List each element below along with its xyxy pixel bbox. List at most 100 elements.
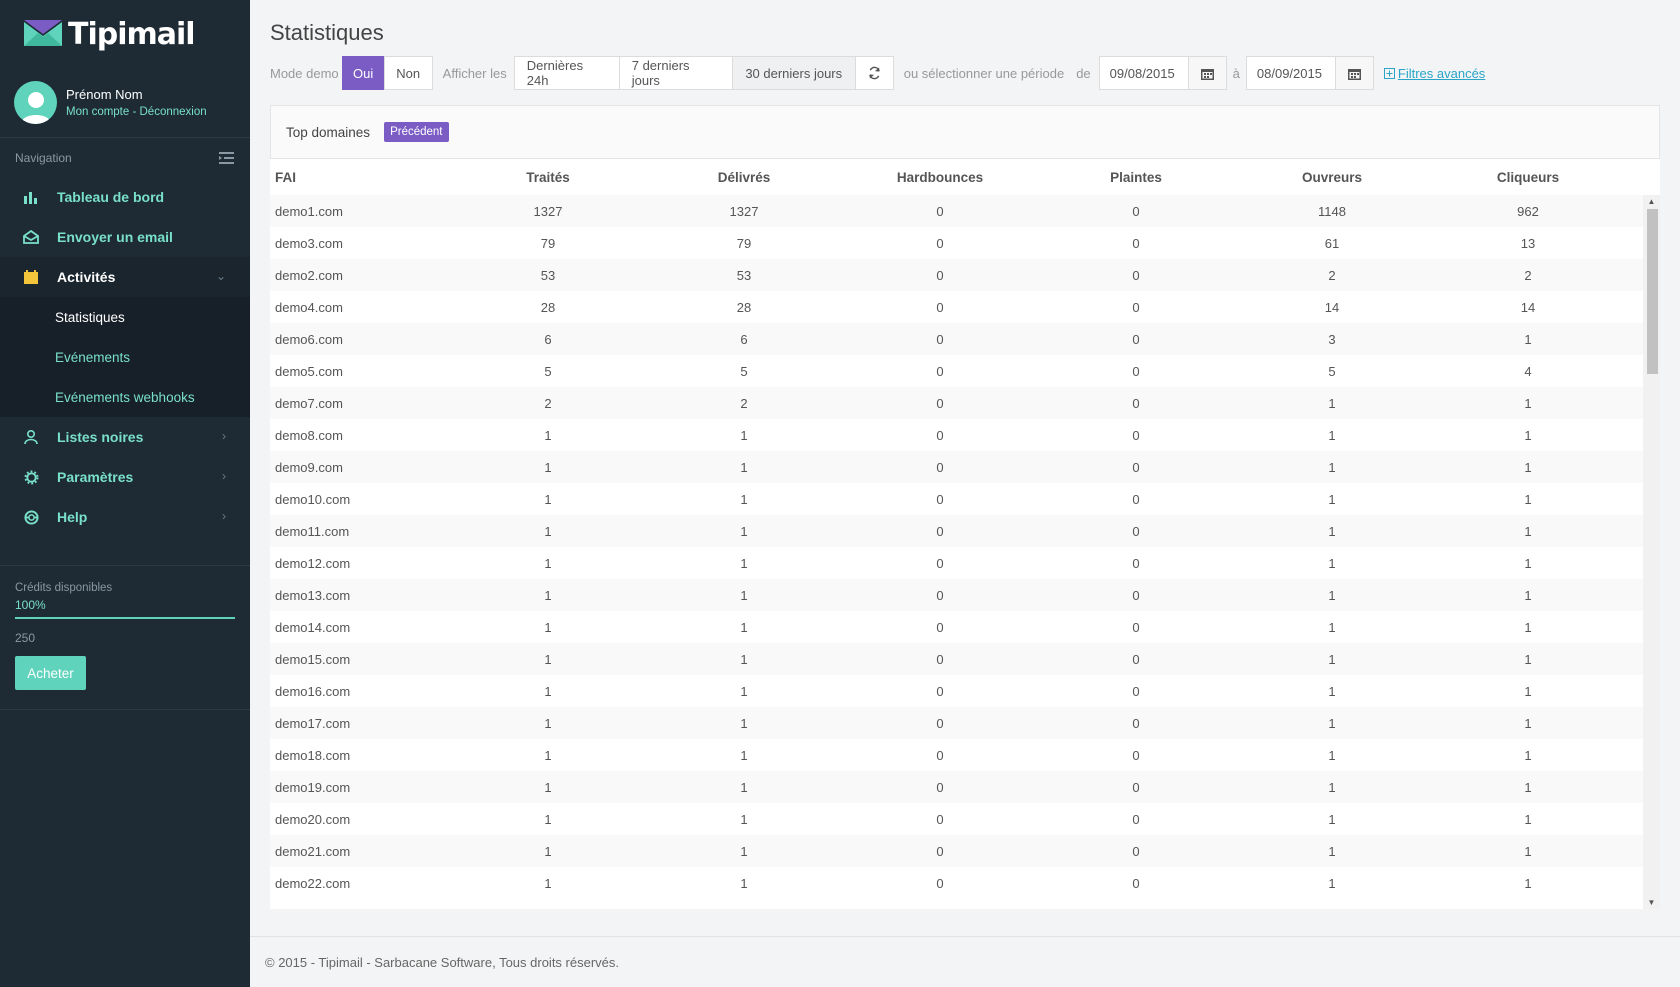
table-cell: demo4.com (275, 299, 343, 315)
table-cell: 1 (1328, 395, 1336, 411)
sidebar-item-evenements[interactable]: Evénements (0, 337, 250, 377)
credits-count: 250 (15, 631, 36, 645)
table-cell: 0 (936, 299, 944, 315)
table-cell: 1 (1328, 491, 1336, 507)
date-from-label: de (1076, 65, 1091, 81)
menu-toggle-icon[interactable] (219, 152, 234, 164)
avatar[interactable] (14, 81, 57, 124)
table-cell: 0 (936, 875, 944, 891)
table-cell: 1 (1328, 843, 1336, 859)
date-to-input[interactable]: 08/09/2015 (1245, 56, 1336, 90)
table-cell: 1 (1328, 651, 1336, 667)
table-cell: 53 (540, 267, 556, 283)
table-cell: demo17.com (275, 715, 351, 731)
scroll-down-arrow-icon[interactable]: ▼ (1643, 898, 1660, 907)
column-header[interactable]: Ouvreurs (1234, 170, 1430, 185)
table-cell: 1 (1328, 523, 1336, 539)
table-cell: 0 (1132, 715, 1140, 731)
sidebar-item-evenements-webhooks[interactable]: Evénements webhooks (0, 377, 250, 417)
refresh-button[interactable] (854, 56, 894, 90)
scroll-up-arrow-icon[interactable]: ▲ (1643, 197, 1660, 206)
table-cell: 1 (1328, 779, 1336, 795)
table-cell: demo18.com (275, 747, 351, 763)
table-cell: 1 (740, 459, 748, 475)
column-header[interactable]: Délivrés (646, 170, 842, 185)
table-cell: 1 (544, 651, 552, 667)
table-cell: 5 (740, 363, 748, 379)
date-from-calendar-button[interactable] (1187, 56, 1227, 90)
table-cell: 1 (1328, 747, 1336, 763)
column-header[interactable]: Cliqueurs (1430, 170, 1626, 185)
table-cell: demo19.com (275, 779, 351, 795)
credits-percent: 100% (15, 598, 46, 612)
table-cell: 962 (1517, 203, 1539, 219)
table-body: demo1.com 1327 1327 0 0 1148 962 demo3.com 79 79 0… (270, 195, 1643, 899)
advanced-filters-link[interactable]: Filtres avancés (1383, 66, 1485, 81)
nav-header: Navigation (0, 139, 250, 177)
nav-item-blacklists[interactable]: Listes noires › (0, 417, 250, 457)
table-cell: 0 (936, 427, 944, 443)
table-cell: 0 (936, 491, 944, 507)
table-cell: 1 (1328, 683, 1336, 699)
table-cell: 0 (1132, 843, 1140, 859)
column-header[interactable]: FAI (270, 170, 450, 185)
table-cell: 0 (936, 331, 944, 347)
scrollbar-thumb[interactable] (1647, 209, 1658, 374)
table-cell: 1 (1328, 715, 1336, 731)
account-links[interactable]: Mon compte - Déconnexion (66, 106, 207, 118)
table-cell: 0 (936, 747, 944, 763)
table-cell: 0 (1132, 459, 1140, 475)
column-header[interactable]: Plaintes (1038, 170, 1234, 185)
table-cell: 1 (740, 555, 748, 571)
table-cell: demo12.com (275, 555, 351, 571)
table-cell: demo11.com (275, 523, 350, 539)
nav-item-label: Help (57, 509, 88, 525)
mode-non-button[interactable]: Non (383, 56, 433, 90)
nav-item-help[interactable]: Help › (0, 497, 250, 537)
sidebar-item-statistiques[interactable]: Statistiques (0, 297, 250, 337)
table-cell: 0 (1132, 619, 1140, 635)
column-header[interactable]: Traités (450, 170, 646, 185)
table-cell: demo1.com (275, 203, 343, 219)
nav-item-label: Tableau de bord (57, 189, 165, 205)
previous-button[interactable]: Précédent (384, 122, 449, 142)
copyright-text: © 2015 - Tipimail - Sarbacane Software, … (265, 954, 619, 970)
buy-button[interactable]: Acheter (15, 656, 86, 690)
table-cell: 1 (740, 523, 748, 539)
table-cell: 1 (1328, 459, 1336, 475)
logo[interactable]: Tipimail (0, 0, 250, 68)
table-cell: 1 (544, 619, 552, 635)
table-scrollbar[interactable]: ▲ ▼ (1643, 195, 1660, 909)
period-30d-button[interactable]: 30 derniers jours (731, 56, 856, 90)
period-7d-button[interactable]: 7 derniers jours (618, 56, 733, 90)
table-cell: 1 (544, 843, 552, 859)
main-content: Statistiques Mode demo Oui Non Afficher … (250, 0, 1680, 987)
table-cell: demo13.com (275, 587, 351, 603)
table-cell: 3 (1328, 331, 1336, 347)
envelope-open-icon (22, 228, 40, 246)
column-header[interactable]: Hardbounces (842, 170, 1038, 185)
date-to-calendar-button[interactable] (1334, 56, 1374, 90)
date-from-input[interactable]: 09/08/2015 (1098, 56, 1189, 90)
envelope-logo-icon (24, 20, 62, 46)
table-cell: 0 (936, 395, 944, 411)
user-name: Prénom Nom (66, 87, 143, 102)
nav-item-settings[interactable]: Paramètres › (0, 457, 250, 497)
table-cell: 1 (544, 779, 552, 795)
table-cell: 0 (1132, 779, 1140, 795)
chevron-down-icon: ⌄ (215, 269, 226, 283)
nav-item-send-email[interactable]: Envoyer un email (0, 217, 250, 257)
table-cell: 1 (740, 875, 748, 891)
table-cell: 1 (740, 491, 748, 507)
table-cell: demo10.com (275, 491, 351, 507)
nav-header-label: Navigation (15, 151, 72, 165)
table-cell: 0 (1132, 395, 1140, 411)
nav-item-dashboard[interactable]: Tableau de bord (0, 177, 250, 217)
table-cell: 0 (936, 651, 944, 667)
mode-oui-button[interactable]: Oui (341, 56, 385, 90)
table-cell: 1 (740, 747, 748, 763)
nav-item-activities[interactable]: Activités ⌄ (0, 257, 250, 297)
table-cell: 61 (1324, 235, 1340, 251)
table-cell: 13 (1520, 235, 1536, 251)
period-24h-button[interactable]: Dernières 24h (513, 56, 620, 90)
